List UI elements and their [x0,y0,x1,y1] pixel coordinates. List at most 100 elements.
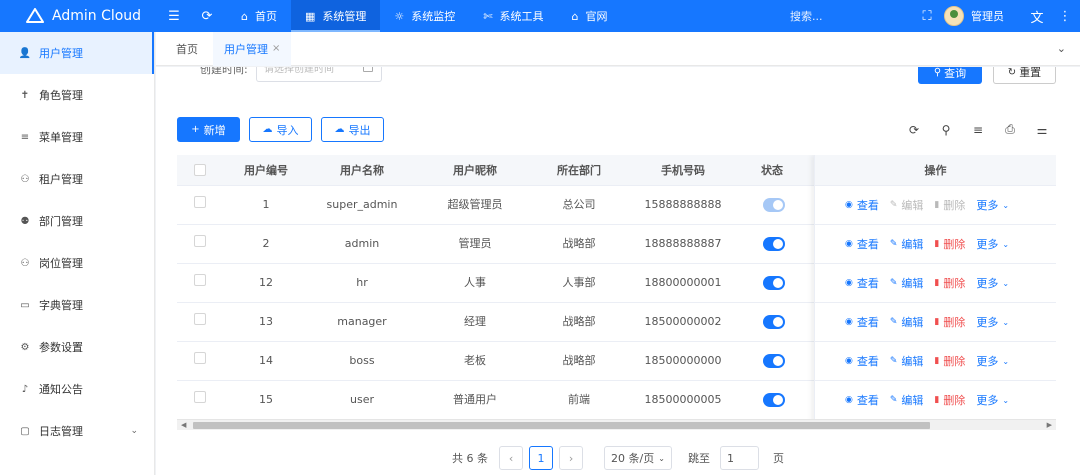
column-settings-icon[interactable]: ⚌ [1026,123,1058,137]
export-button[interactable]: ☁ 导出 [321,117,384,142]
horizontal-scrollbar[interactable]: ◀ ▶ [177,419,1056,430]
eye-icon: ◉ [845,317,853,327]
edit-button-label: 编辑 [901,316,924,329]
menu-fold-icon[interactable]: ☰ [155,0,193,32]
scroll-left-icon[interactable]: ◀ [181,420,186,431]
view-button-label: 查看 [856,238,879,251]
next-page-button[interactable]: › [559,446,584,470]
view-button[interactable]: ◉ 查看 [845,353,879,369]
delete-button[interactable]: ▮ 删除 [934,275,965,291]
row-checkbox[interactable] [194,235,206,247]
delete-button[interactable]: ▮ 删除 [934,392,965,408]
goto-page-input[interactable]: 1 [719,446,759,470]
sidebar-item-departments[interactable]: ⚉ 部门管理 [0,200,154,242]
more-actions-dropdown[interactable]: 更多 ⌄ [976,353,1009,369]
page-suffix: 页 [772,452,784,465]
sidebar-item-menus[interactable]: ≡ 菜单管理 [0,116,154,158]
more-actions-dropdown[interactable]: 更多 ⌄ [976,197,1009,213]
row-checkbox[interactable] [194,352,206,364]
edit-icon: ✎ [889,317,898,327]
view-button[interactable]: ◉ 查看 [845,314,879,330]
global-search[interactable]: 搜索... [790,0,823,32]
prev-page-button[interactable]: ‹ [499,446,524,470]
edit-button[interactable]: ✎ 编辑 [890,314,924,330]
nav-item-system-tools[interactable]: ✄ 系统工具 [469,0,557,32]
tab-home[interactable]: 首页 [165,32,209,66]
delete-button[interactable]: ▮ 删除 [934,236,965,252]
delete-button[interactable]: ▮ 删除 [934,314,965,330]
nav-item-system-monitor[interactable]: ☼ 系统监控 [380,0,469,32]
row-checkbox[interactable] [194,196,206,208]
edit-button[interactable]: ✎ 编辑 [890,236,924,252]
refresh-icon[interactable]: ⟳ [898,123,930,137]
page-number[interactable]: 1 [529,446,554,470]
scroll-right-icon[interactable]: ▶ [1047,420,1052,431]
nav-item-official-site[interactable]: ⌂ 官网 [557,0,621,32]
nav-item-system-manage[interactable]: ▦ 系统管理 [290,0,381,32]
more-actions-dropdown[interactable]: 更多 ⌄ [976,275,1009,291]
delete-button-label: 删除 [943,277,966,290]
row-checkbox[interactable] [194,274,206,286]
avatar[interactable] [944,6,964,26]
select-all-checkbox[interactable] [194,164,206,176]
tab-users[interactable]: 用户管理 × [213,31,292,66]
sidebar-item-notices[interactable]: ♪ 通知公告 [0,368,154,410]
status-toggle[interactable] [763,276,785,290]
eye-icon: ◉ [845,239,853,249]
status-toggle[interactable] [763,237,785,251]
density-icon[interactable]: ≡ [962,123,994,137]
edit-button[interactable]: ✎ 编辑 [890,392,924,408]
row-checkbox[interactable] [194,313,206,325]
more-actions-dropdown[interactable]: 更多 ⌄ [976,236,1009,252]
status-toggle[interactable] [763,393,785,407]
cell-dept: 战略部 [562,315,596,328]
chevron-down-icon: ⌄ [1002,395,1010,405]
cell-id: 13 [259,315,273,328]
delete-button[interactable]: ▮ 删除 [934,353,965,369]
more-actions-dropdown[interactable]: 更多 ⌄ [976,314,1009,330]
sidebar-item-dictionary[interactable]: ▭ 字典管理 [0,284,154,326]
filter-row: 创建时间: 请选择创建时间 ⚲ 查询 ↻ 重置 [156,67,1080,84]
add-button[interactable]: + 新增 [177,117,240,142]
sidebar-item-roles[interactable]: ✝ 角色管理 [0,74,154,116]
cell-dept: 人事部 [562,276,596,289]
view-button[interactable]: ◉ 查看 [845,236,879,252]
scrollbar-thumb[interactable] [193,422,930,429]
edit-button[interactable]: ✎ 编辑 [890,275,924,291]
more-vertical-icon[interactable]: ⋮ [1050,0,1080,32]
brand[interactable]: Admin Cloud [0,0,155,32]
status-toggle[interactable] [763,315,785,329]
user-name[interactable]: 管理员 [971,8,1004,24]
fullscreen-icon[interactable]: ⛶ [910,0,944,32]
more-actions-dropdown[interactable]: 更多 ⌄ [976,392,1009,408]
edit-icon: ✎ [889,395,898,405]
view-button[interactable]: ◉ 查看 [845,392,879,408]
import-button[interactable]: ☁ 导入 [249,117,312,142]
sidebar-item-users[interactable]: 👤 用户管理 [0,32,154,74]
sidebar-item-tenants[interactable]: ⚇ 租户管理 [0,158,154,200]
page-size-select[interactable]: 20 条/页 ⌄ [604,446,672,470]
status-toggle[interactable] [763,354,785,368]
post-icon: ⚇ [20,257,30,269]
cell-id: 14 [259,354,273,367]
eye-icon: ◉ [845,200,853,210]
view-button[interactable]: ◉ 查看 [845,197,879,213]
refresh-icon[interactable]: ⟳ [193,0,221,32]
query-button[interactable]: ⚲ 查询 [918,67,982,84]
view-button[interactable]: ◉ 查看 [845,275,879,291]
row-checkbox[interactable] [194,391,206,403]
nav-item-home[interactable]: ⌂ 首页 [227,0,291,32]
reset-button[interactable]: ↻ 重置 [993,67,1056,84]
close-icon[interactable]: × [272,43,280,54]
cell-nickname: 老板 [464,354,486,367]
sidebar-item-posts[interactable]: ⚇ 岗位管理 [0,242,154,284]
sidebar-item-logs[interactable]: ▢ 日志管理 ⌄ [0,410,154,452]
language-icon[interactable]: 文 [1024,0,1050,32]
book-icon: ▭ [20,299,30,311]
create-time-picker[interactable]: 请选择创建时间 [256,67,382,82]
sidebar-item-params[interactable]: ⚙ 参数设置 [0,326,154,368]
edit-button[interactable]: ✎ 编辑 [890,353,924,369]
search-icon[interactable]: ⚲ [930,123,962,137]
chevron-down-icon[interactable]: ⌄ [1057,42,1066,55]
print-icon[interactable]: ⎙ [994,122,1026,137]
